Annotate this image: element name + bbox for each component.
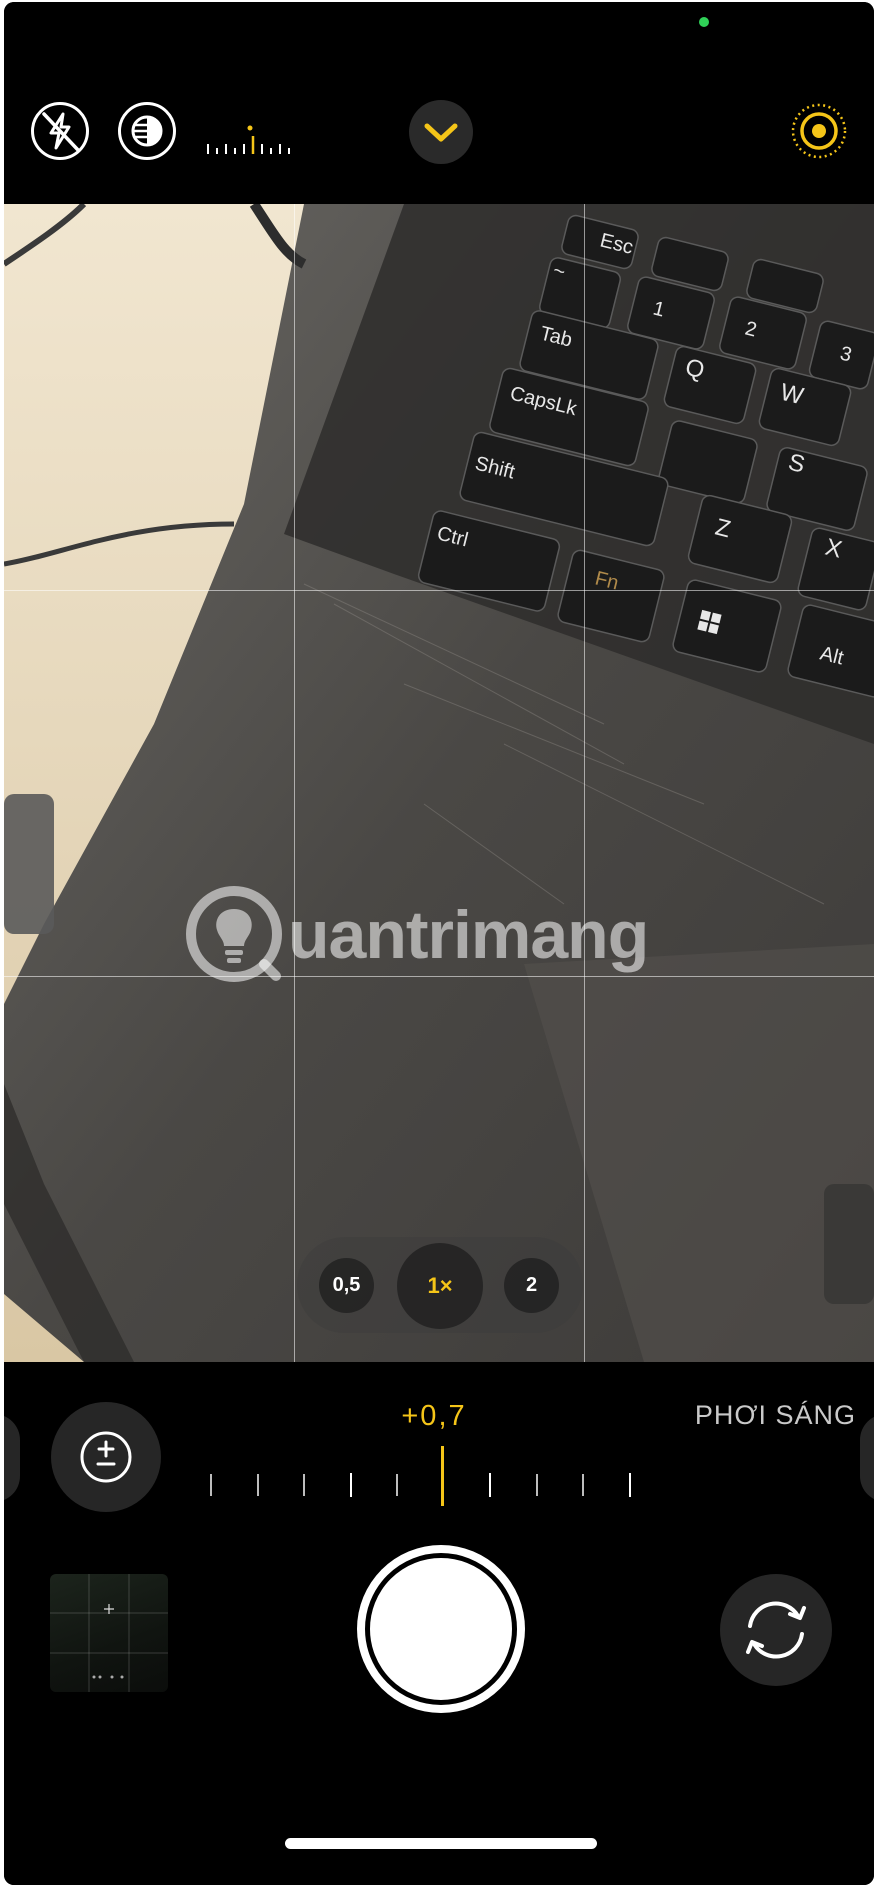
watermark-text: uantrimang <box>288 897 649 973</box>
watermark: uantrimang <box>184 884 724 1004</box>
zoom-1x-button[interactable]: 1× <box>397 1243 483 1329</box>
zoom-0-5-button[interactable]: 0,5 <box>319 1258 374 1313</box>
grid-line-vertical-2 <box>584 204 585 1362</box>
home-indicator[interactable] <box>285 1838 597 1849</box>
chevron-down-icon[interactable] <box>409 100 473 164</box>
last-photo-thumbnail[interactable] <box>50 1574 168 1692</box>
viewfinder[interactable]: Esc ~ 1 Tab Q CapsLk W Shift S Ctrl Fn Z… <box>4 204 874 1362</box>
bottom-controls: +0,7 PHƠI SÁNG <box>4 1362 874 1885</box>
slider-tick <box>489 1473 491 1497</box>
slider-indicator <box>441 1446 444 1506</box>
grid-line-vertical-1 <box>294 204 295 1362</box>
camera-flip-icon[interactable] <box>720 1574 832 1686</box>
live-photo-icon[interactable] <box>790 102 848 160</box>
camera-in-use-indicator <box>699 17 709 27</box>
flash-off-icon[interactable] <box>31 102 89 160</box>
camera-preview-scene: Esc ~ 1 Tab Q CapsLk W Shift S Ctrl Fn Z… <box>4 204 874 1362</box>
slider-tick <box>350 1473 352 1497</box>
slider-tick <box>396 1474 398 1496</box>
slider-tick <box>536 1474 538 1496</box>
exposure-label: PHƠI SÁNG <box>694 1400 856 1430</box>
top-bar <box>4 2 874 204</box>
exposure-value: +0,7 <box>401 1400 467 1432</box>
night-mode-icon[interactable] <box>118 102 176 160</box>
slider-tick <box>303 1474 305 1496</box>
slider-tick <box>582 1474 584 1496</box>
slider-tick <box>257 1474 259 1496</box>
zoom-selector: 0,5 1× 2 <box>297 1237 583 1333</box>
slider-tick <box>210 1474 212 1496</box>
night-mode-slider-mini[interactable] <box>204 124 296 158</box>
camera-screen: Esc ~ 1 Tab Q CapsLk W Shift S Ctrl Fn Z… <box>4 2 874 1885</box>
exposure-slider[interactable] <box>204 1446 644 1506</box>
next-control-button[interactable] <box>860 1414 874 1502</box>
exposure-compensation-icon[interactable] <box>51 1402 161 1512</box>
shutter-ring <box>365 1553 517 1705</box>
slider-tick <box>629 1473 631 1497</box>
previous-control-button[interactable] <box>4 1414 20 1502</box>
grid-line-horizontal-1 <box>4 590 874 591</box>
zoom-2x-button[interactable]: 2 <box>504 1258 559 1313</box>
watermark-bulb-icon <box>186 886 282 982</box>
shutter-button[interactable] <box>357 1545 525 1713</box>
